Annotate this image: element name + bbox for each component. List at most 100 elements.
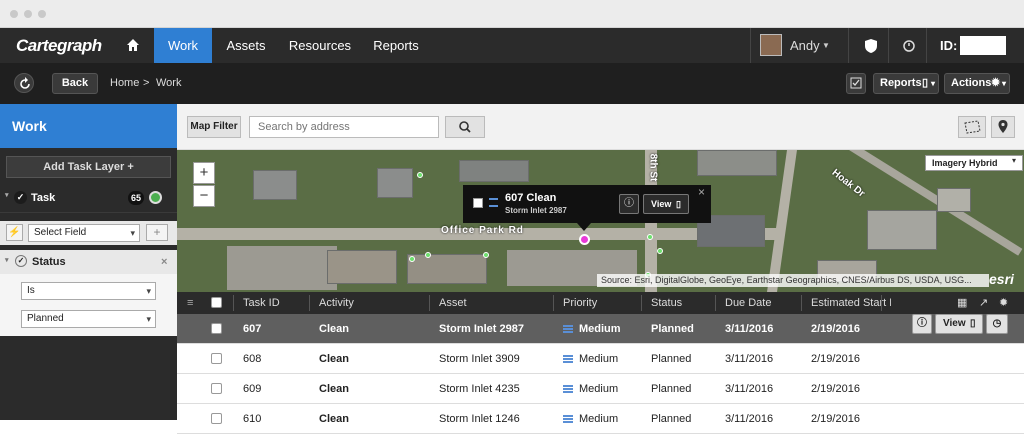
- reports-button[interactable]: Reports ▯ ▾: [873, 73, 939, 94]
- cell-due-date: 3/11/2016: [725, 383, 774, 395]
- info-icon[interactable]: ⓘ: [912, 314, 932, 334]
- timer-icon[interactable]: ◷: [986, 314, 1008, 334]
- back-button[interactable]: Back: [52, 73, 98, 94]
- cell-asset: Storm Inlet 2987: [439, 323, 524, 335]
- chevron-down-icon[interactable]: ▾: [5, 256, 9, 264]
- map-view[interactable]: Office Park Rd Hoak Dr 8th St + − Imager…: [177, 150, 1024, 292]
- column-divider: [309, 295, 310, 311]
- chevron-down-icon[interactable]: ▼: [822, 41, 830, 50]
- map-marker[interactable]: [483, 252, 489, 258]
- add-field-button[interactable]: +: [146, 224, 168, 241]
- operator-dropdown[interactable]: Is: [21, 282, 156, 300]
- map-marker[interactable]: [417, 172, 423, 178]
- column-divider: [553, 295, 554, 311]
- add-task-layer-button[interactable]: Add Task Layer +: [6, 156, 171, 178]
- check-icon[interactable]: ✓: [14, 191, 27, 204]
- nav-resources[interactable]: Resources: [284, 28, 356, 63]
- priority-icon: [563, 325, 573, 333]
- nav-assets[interactable]: Assets: [220, 28, 272, 63]
- timer-icon[interactable]: [902, 38, 916, 52]
- id-field[interactable]: [960, 36, 1006, 55]
- table-row[interactable]: 608 Clean Storm Inlet 3909 Medium Planne…: [177, 344, 1024, 374]
- task-layer-label: Task: [31, 192, 56, 204]
- popup-view-button[interactable]: View ▯: [643, 194, 689, 214]
- status-filter-label: Status: [32, 256, 66, 268]
- zoom-out-button[interactable]: −: [193, 185, 215, 207]
- table-row[interactable]: 609 Clean Storm Inlet 4235 Medium Planne…: [177, 374, 1024, 404]
- sort-icon[interactable]: ≡: [187, 292, 193, 314]
- status-filter-body: Is Planned: [0, 274, 177, 336]
- row-checkbox[interactable]: [211, 383, 222, 394]
- task-layer-row[interactable]: ▾ ✓ Task 65: [0, 183, 177, 213]
- map-marker[interactable]: [409, 256, 415, 262]
- selected-map-marker[interactable]: [579, 234, 590, 245]
- window-dot: [24, 10, 32, 18]
- status-filter-row[interactable]: ▾ ✓ Status ×: [0, 250, 177, 274]
- avatar[interactable]: [760, 34, 782, 56]
- nav-reports[interactable]: Reports: [368, 28, 424, 63]
- breadcrumb-home[interactable]: Home: [110, 63, 139, 104]
- priority-icon: [489, 198, 498, 207]
- column-priority[interactable]: Priority: [563, 292, 597, 314]
- nav-divider: [926, 28, 927, 63]
- document-icon: ▯: [970, 318, 976, 329]
- zoom-in-button[interactable]: +: [193, 162, 215, 184]
- chevron-down-icon[interactable]: ▾: [5, 191, 9, 199]
- shield-icon[interactable]: [864, 38, 878, 54]
- basemap-dropdown[interactable]: Imagery Hybrid: [925, 155, 1023, 171]
- breadcrumb-separator: >: [143, 77, 150, 89]
- close-icon[interactable]: ×: [161, 250, 167, 274]
- close-icon[interactable]: ×: [698, 185, 705, 199]
- cell-due-date: 3/11/2016: [725, 413, 774, 425]
- row-checkbox[interactable]: [211, 413, 222, 424]
- actions-button[interactable]: Actions ✹ ▾: [944, 73, 1010, 94]
- top-nav: Cartegraph Work Assets Resources Reports…: [0, 28, 1024, 63]
- checklist-button[interactable]: [846, 73, 866, 94]
- app-logo[interactable]: Cartegraph: [16, 36, 102, 56]
- column-divider: [881, 295, 882, 311]
- popup-checkbox[interactable]: [473, 198, 483, 208]
- gear-icon[interactable]: ✹: [999, 292, 1008, 314]
- value-dropdown[interactable]: Planned: [21, 310, 156, 328]
- nav-work[interactable]: Work: [154, 28, 212, 63]
- cell-activity: Clean: [319, 383, 349, 395]
- user-name[interactable]: Andy: [790, 28, 820, 63]
- cell-priority: Medium: [579, 323, 621, 335]
- locate-button[interactable]: [991, 116, 1015, 138]
- expand-icon[interactable]: ↗: [979, 292, 988, 314]
- row-checkbox[interactable]: [211, 323, 222, 334]
- info-icon[interactable]: ⓘ: [619, 194, 639, 214]
- calendar-icon[interactable]: ▦: [957, 292, 967, 314]
- table-row[interactable]: 607 Clean Storm Inlet 2987 Medium Planne…: [177, 314, 1024, 344]
- cell-task-id: 609: [243, 383, 262, 395]
- cell-asset: Storm Inlet 4235: [439, 383, 520, 395]
- table-row[interactable]: 610 Clean Storm Inlet 1246 Medium Planne…: [177, 404, 1024, 434]
- map-marker[interactable]: [657, 248, 663, 254]
- column-activity[interactable]: Activity: [319, 292, 354, 314]
- refresh-button[interactable]: [14, 73, 34, 93]
- select-all-checkbox[interactable]: [211, 297, 222, 308]
- column-divider: [801, 295, 802, 311]
- address-search-input[interactable]: [249, 116, 439, 138]
- building: [253, 170, 297, 200]
- select-field-dropdown[interactable]: Select Field: [28, 224, 140, 242]
- sidebar: Work Add Task Layer + ▾ ✓ Task 65 ⚡ Sele…: [0, 104, 177, 420]
- column-estimated-start[interactable]: Estimated Start D: [811, 292, 891, 314]
- search-button[interactable]: [445, 116, 485, 138]
- map-marker[interactable]: [425, 252, 431, 258]
- column-status[interactable]: Status: [651, 292, 682, 314]
- map-filter-button[interactable]: Map Filter: [187, 116, 241, 138]
- sidebar-title: Work: [0, 104, 177, 148]
- column-asset[interactable]: Asset: [439, 292, 467, 314]
- popup-view-label: View: [651, 199, 672, 209]
- column-due-date[interactable]: Due Date: [725, 292, 771, 314]
- row-view-button[interactable]: View ▯: [935, 314, 983, 334]
- map-marker[interactable]: [647, 234, 653, 240]
- column-divider: [641, 295, 642, 311]
- row-checkbox[interactable]: [211, 353, 222, 364]
- lightning-icon[interactable]: ⚡: [6, 224, 23, 241]
- check-icon[interactable]: ✓: [15, 255, 27, 267]
- draw-area-button[interactable]: [958, 116, 986, 138]
- home-icon[interactable]: [126, 38, 140, 52]
- column-task-id[interactable]: Task ID: [243, 292, 280, 314]
